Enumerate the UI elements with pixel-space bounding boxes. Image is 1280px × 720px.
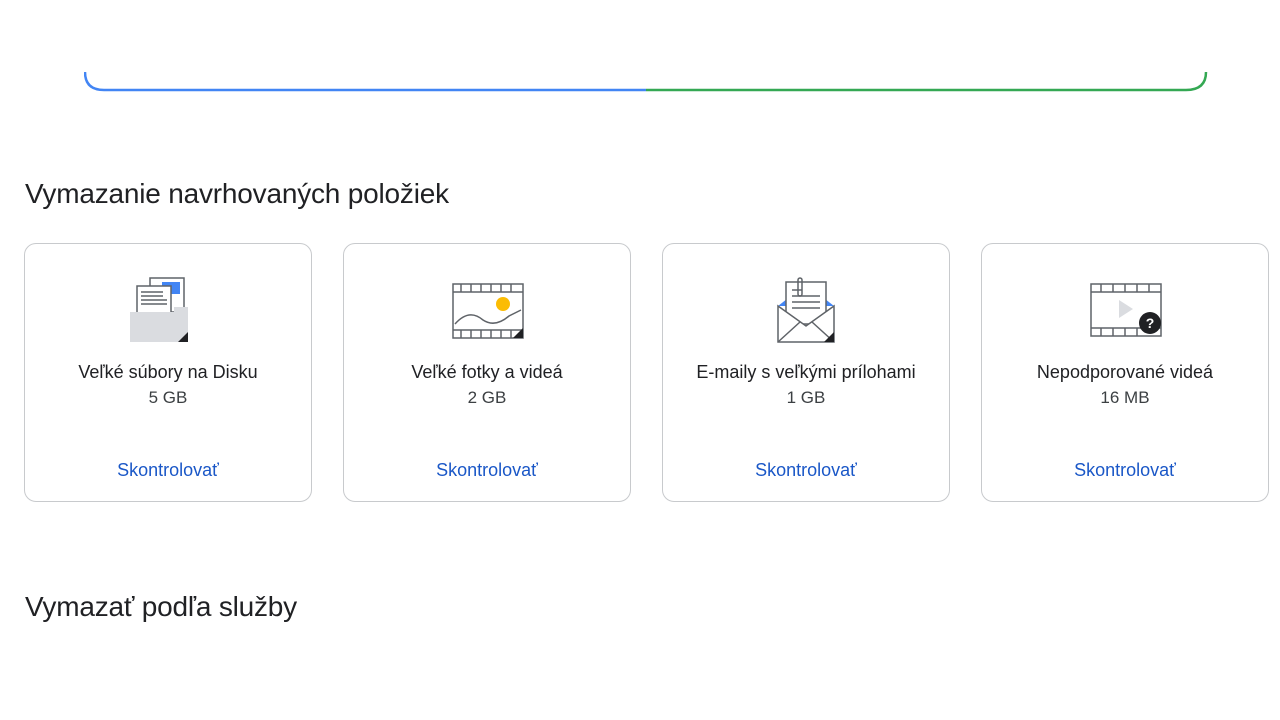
card-size: 5 GB	[148, 388, 188, 407]
card-label: Veľké súbory na Disku	[78, 362, 258, 382]
storage-cleanup-page: Vymazanie navrhovaných položiek Veľké sú…	[0, 0, 1280, 720]
review-button[interactable]: Skontrolovať	[982, 459, 1268, 481]
drive-files-icon	[128, 274, 208, 348]
review-button[interactable]: Skontrolovať	[25, 459, 311, 481]
card-unsupported-videos[interactable]: ? Nepodporované videá 16 MB Skontrolovať	[981, 243, 1269, 502]
unsupported-video-icon: ?	[1085, 274, 1165, 348]
delete-by-service-heading: Vymazať podľa služby	[25, 591, 297, 622]
card-emails-large-attachments[interactable]: E-maily s veľkými prílohami 1 GB Skontro…	[662, 243, 950, 502]
card-size: 2 GB	[467, 388, 507, 407]
svg-text:?: ?	[1146, 315, 1155, 331]
suggested-items-heading: Vymazanie navrhovaných položiek	[25, 178, 449, 209]
review-button[interactable]: Skontrolovať	[344, 459, 630, 481]
card-size: 1 GB	[786, 388, 826, 407]
photos-videos-icon	[447, 274, 527, 348]
card-large-drive-files[interactable]: Veľké súbory na Disku 5 GB Skontrolovať	[24, 243, 312, 502]
card-label: Veľké fotky a videá	[411, 362, 563, 382]
suggested-items-cards: Veľké súbory na Disku 5 GB Skontrolovať	[24, 243, 1269, 502]
card-large-photos-videos[interactable]: Veľké fotky a videá 2 GB Skontrolovať	[343, 243, 631, 502]
email-attachments-icon	[766, 274, 846, 348]
storage-usage-bar	[84, 60, 1208, 92]
review-button[interactable]: Skontrolovať	[663, 459, 949, 481]
card-label: E-maily s veľkými prílohami	[696, 362, 916, 382]
card-label: Nepodporované videá	[1036, 362, 1214, 382]
card-size: 16 MB	[1100, 388, 1150, 407]
